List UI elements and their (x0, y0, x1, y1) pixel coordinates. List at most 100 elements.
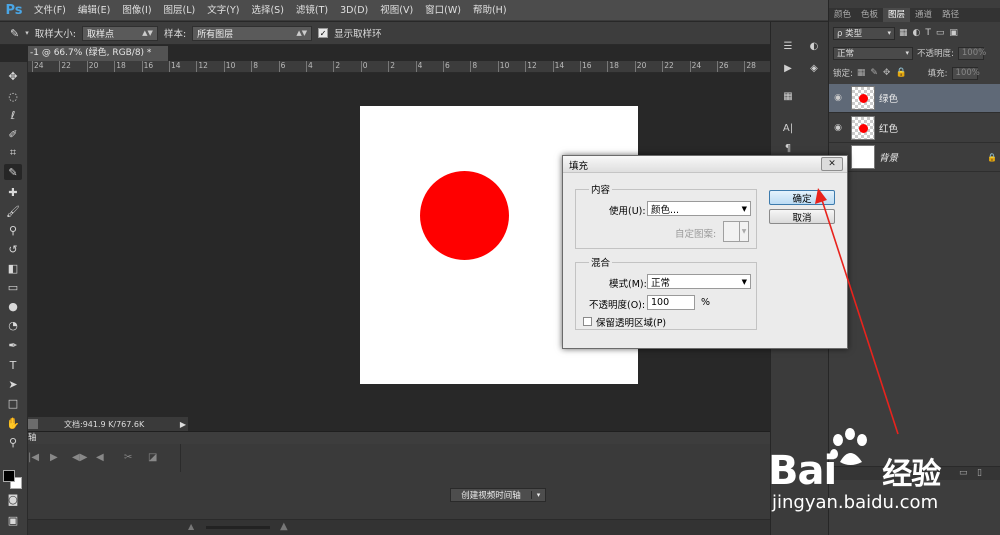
fill-field[interactable]: 100% (951, 66, 980, 80)
layer-row-background[interactable]: 背景 🔒 (829, 143, 1000, 172)
ruler-tick (662, 61, 664, 72)
history-panel-icon[interactable]: ☰ (779, 38, 797, 54)
timeline-zoom-slider[interactable] (206, 526, 270, 529)
healing-brush-tool-icon[interactable]: ✚ (4, 184, 22, 200)
menu-select[interactable]: 选择(S) (245, 0, 289, 21)
paragraph-panel-icon[interactable]: ¶ (779, 140, 797, 156)
ruler-tick (169, 61, 170, 72)
path-selection-tool-icon[interactable]: ➤ (4, 376, 22, 392)
layer-row-green[interactable]: ◉ 绿色 (829, 84, 1000, 113)
pen-tool-icon[interactable]: ✒ (4, 337, 22, 353)
properties-panel-icon[interactable]: ▦ (779, 88, 797, 104)
lasso-tool-icon[interactable]: ℓ (4, 107, 22, 123)
status-arrow-icon[interactable]: ▶ (180, 420, 188, 429)
marquee-tool-icon[interactable]: ◌ (4, 88, 22, 104)
menu-file[interactable]: 文件(F) (28, 0, 72, 21)
menu-help[interactable]: 帮助(H) (467, 0, 513, 21)
eyedropper-icon[interactable]: ✎ (10, 27, 19, 40)
actions-panel-icon[interactable]: ▶ (779, 60, 797, 76)
sample-select[interactable]: 所有图层 ▲▼ (192, 25, 313, 41)
tab-channels[interactable]: 通道 (910, 8, 937, 22)
status-menu-icon[interactable] (28, 419, 38, 429)
ruler-tick-label: 10 (225, 61, 236, 70)
menu-view[interactable]: 视图(V) (374, 0, 419, 21)
menu-window[interactable]: 窗口(W) (419, 0, 467, 21)
document-tab-title: -1 @ 66.7% (绿色, RGB/8) * (30, 48, 152, 58)
rectangle-tool-icon[interactable]: □ (4, 395, 22, 411)
eye-icon[interactable]: ◉ (829, 123, 847, 133)
transition-icon[interactable]: ◪ (148, 452, 157, 463)
menu-layer[interactable]: 图层(L) (158, 0, 202, 21)
ruler-tick (525, 61, 527, 72)
menu-image[interactable]: 图像(I) (116, 0, 157, 21)
tab-layers[interactable]: 图层 (883, 8, 911, 22)
ok-button[interactable]: 确定 (769, 190, 835, 205)
brush-tool-icon[interactable]: 🖌 (4, 203, 22, 219)
dodge-tool-icon[interactable]: ◔ (4, 317, 22, 333)
blur-tool-icon[interactable]: ● (4, 298, 22, 314)
ruler-tick-label: 16 (143, 61, 154, 70)
document-size-status: 文档:941.9 K/767.6K (64, 419, 145, 429)
menu-edit[interactable]: 编辑(E) (72, 0, 116, 21)
crop-tool-icon[interactable]: ⌗ (4, 145, 22, 161)
ruler-tick-label: 14 (171, 61, 181, 70)
new-group-icon[interactable]: ▭ (959, 468, 968, 478)
watermark-brand-text: Bai (768, 448, 837, 494)
filter-icons[interactable]: ▦◐T▭▣ (899, 28, 963, 38)
zoom-tool-icon[interactable]: ⚲ (4, 434, 22, 450)
prev-frame-icon[interactable]: ◀▶ (72, 452, 87, 463)
cancel-button[interactable]: 取消 (769, 209, 835, 224)
hand-tool-icon[interactable]: ✋ (4, 415, 22, 431)
use-select[interactable]: 颜色... ▼ (647, 201, 751, 216)
character-panel-icon[interactable]: A| (779, 120, 797, 136)
split-scissors-icon[interactable]: ✂ (124, 452, 132, 463)
lock-label: 锁定: (833, 69, 853, 79)
tab-color[interactable]: 颜色 (829, 8, 856, 22)
mode-select[interactable]: 正常 ▼ (647, 274, 751, 289)
tab-paths[interactable]: 路径 (937, 8, 964, 22)
menu-3d[interactable]: 3D(D) (334, 0, 374, 21)
quick-select-tool-icon[interactable]: ✐ (4, 126, 22, 142)
new-layer-icon[interactable]: ▯ (977, 468, 982, 478)
blend-mode-select[interactable]: 正常 ▾ (833, 46, 913, 60)
audio-icon[interactable]: ◀ (96, 452, 104, 463)
tab-swatches[interactable]: 色板 (856, 8, 883, 22)
styles-panel-icon[interactable]: ◈ (805, 60, 823, 76)
move-tool-icon[interactable]: ✥ (4, 68, 22, 84)
create-video-timeline-button[interactable]: 创建视频时间轴 ▾ (450, 488, 546, 502)
gradient-tool-icon[interactable]: ▭ (4, 279, 22, 295)
foreground-color-swatch[interactable] (3, 470, 15, 482)
eyedropper-tool-icon[interactable]: ✎ (4, 164, 22, 180)
opacity-input[interactable]: 100 (647, 295, 695, 310)
ruler-tick (689, 61, 691, 72)
history-brush-tool-icon[interactable]: ↺ (4, 241, 22, 257)
zoom-in-mountain-icon[interactable]: ▲ (280, 521, 288, 532)
document-tab[interactable]: -1 @ 66.7% (绿色, RGB/8) * (28, 46, 168, 61)
layer-filter-select[interactable]: ρ 类型 ▾ (833, 26, 895, 40)
first-frame-icon[interactable]: |◀ (28, 452, 39, 463)
play-icon[interactable]: ▶ (50, 452, 58, 463)
show-ring-checkbox[interactable]: ✓ (318, 28, 329, 38)
sample-size-select[interactable]: 取样点 ▲▼ (81, 25, 158, 41)
preserve-transparency-checkbox[interactable] (583, 317, 592, 326)
eraser-tool-icon[interactable]: ◧ (4, 260, 22, 276)
menu-filter[interactable]: 滤镜(T) (290, 0, 334, 21)
chevron-down-icon[interactable]: ▾ (531, 491, 545, 499)
layer-row-red[interactable]: ◉ 红色 (829, 114, 1000, 143)
dialog-close-button[interactable]: ✕ (821, 157, 843, 171)
opacity-label: 不透明度: (917, 49, 954, 59)
type-tool-icon[interactable]: T (4, 357, 22, 373)
tool-preset-dropdown-icon[interactable]: ▾ (25, 29, 29, 37)
clone-stamp-tool-icon[interactable]: ⚲ (4, 222, 22, 238)
lock-icons[interactable]: ▦✎✥🔒 (857, 68, 912, 78)
screen-mode-icon[interactable]: ▣ (4, 512, 22, 528)
adjustments-panel-icon[interactable]: ◐ (805, 38, 823, 54)
menu-type[interactable]: 文字(Y) (201, 0, 245, 21)
opacity-unit: % (701, 297, 711, 308)
eye-icon[interactable]: ◉ (829, 93, 847, 103)
quick-mask-icon[interactable]: ◙ (4, 491, 22, 507)
timeline-tab[interactable]: 轴 (28, 431, 770, 444)
dialog-titlebar[interactable]: 填充 ✕ (563, 156, 847, 173)
zoom-out-mountain-icon[interactable]: ▲ (188, 522, 194, 531)
opacity-field[interactable]: 100% (957, 46, 986, 60)
